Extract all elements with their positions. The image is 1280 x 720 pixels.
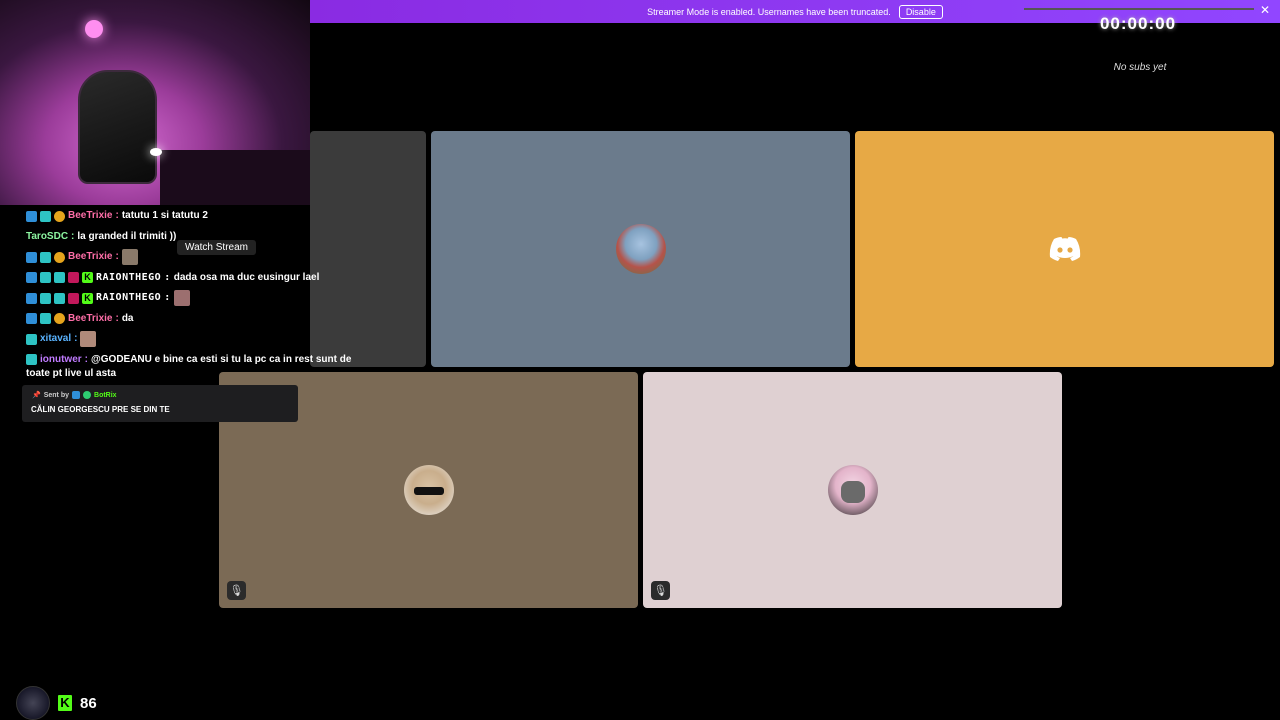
mic-off-icon: 🎙 — [651, 581, 670, 600]
badge-icon — [26, 272, 37, 284]
chat-text: tatutu 1 si tatutu 2 — [121, 210, 208, 221]
participant-tile-4[interactable]: 🎙 — [643, 372, 1062, 608]
chat-text: @GODEANU e bine ca esti si tu la pc ca i… — [91, 353, 352, 365]
badge-icon — [72, 391, 81, 399]
kick-logo-icon: K — [58, 695, 72, 711]
badge-icon — [54, 210, 65, 222]
pin-icon: 📌 — [32, 392, 41, 399]
chat-username: BeeTrixie — [68, 312, 113, 324]
badge-icon — [40, 272, 51, 284]
kick-badge-icon: K — [82, 292, 93, 304]
chat-text-continued: toate pt live ul asta — [26, 367, 117, 379]
badge-icon — [40, 251, 51, 263]
participant-avatar — [827, 465, 878, 515]
participant-tile-2[interactable] — [855, 131, 1274, 367]
bot-message-box: 📌 Sent by BotRix CĂLIN GEORGESCU PRE SE … — [22, 385, 298, 422]
badge-icon — [54, 292, 65, 304]
stream-timer: 00:00:00 — [1099, 14, 1177, 33]
participant-tile-1[interactable] — [431, 131, 850, 367]
emote-icon — [121, 249, 138, 266]
chat-username: TaroSDC — [26, 230, 69, 242]
discord-icon — [1049, 237, 1080, 261]
verified-icon — [83, 391, 92, 399]
participant-avatar — [403, 465, 454, 515]
emote-icon — [80, 331, 97, 348]
sent-by-label: Sent by — [43, 391, 70, 399]
badge-icon — [40, 292, 51, 304]
viewer-count: 86 — [80, 694, 97, 712]
badge-icon — [54, 251, 65, 263]
viewer-counter: K 86 — [16, 686, 97, 720]
badge-icon — [26, 251, 37, 263]
watch-stream-tooltip: Watch Stream — [177, 240, 256, 255]
badge-icon — [26, 313, 37, 325]
chat-message: xitaval: — [26, 329, 366, 350]
disable-streamer-mode-button[interactable]: Disable — [898, 4, 943, 19]
chat-message: BeeTrixie: tatutu 1 si tatutu 2 — [26, 206, 366, 227]
chat-text: dada osa ma duc eusingur lael — [173, 271, 320, 283]
banner-text: Streamer Mode is enabled. Usernames have… — [647, 6, 891, 17]
badge-icon — [40, 210, 51, 222]
chat-username: BeeTrixie — [68, 210, 113, 221]
timer-progress-bar — [1024, 8, 1254, 10]
chat-message: K RAIONTHEGO: dada osa ma duc eusingur l… — [26, 268, 366, 289]
emote-icon — [173, 290, 190, 307]
chat-text: da — [121, 312, 134, 324]
badge-icon — [26, 333, 37, 345]
bot-name: BotRix — [94, 391, 117, 399]
mic-off-icon: 🎙 — [227, 581, 246, 600]
badge-icon — [26, 210, 37, 222]
chat-message: K RAIONTHEGO: — [26, 288, 366, 309]
chat-username: ionutwer — [40, 353, 82, 365]
webcam-feed — [0, 0, 310, 205]
chat-username: RAIONTHEGO — [96, 271, 162, 283]
avatar — [16, 686, 50, 720]
chat-username: xitaval — [40, 333, 72, 344]
bot-message-text: CĂLIN GEORGESCU PRE SE DIN TE — [31, 405, 170, 414]
chat-text: la granded il trimiti )) — [77, 230, 177, 242]
participant-avatar — [615, 224, 666, 274]
subs-goal-text: No subs yet — [1113, 62, 1167, 73]
chat-overlay: BeeTrixie: tatutu 1 si tatutu 2 TaroSDC:… — [26, 206, 366, 381]
chat-message: BeeTrixie: da — [26, 309, 366, 330]
kick-badge-icon: K — [82, 272, 93, 284]
close-icon[interactable]: ✕ — [1260, 3, 1270, 17]
badge-icon — [54, 313, 65, 325]
badge-icon — [26, 354, 37, 365]
chat-message: ionutwer: @GODEANU e bine ca esti si tu … — [26, 353, 366, 381]
badge-icon — [68, 292, 79, 304]
badge-icon — [26, 292, 37, 304]
chat-username: BeeTrixie — [68, 251, 113, 262]
badge-icon — [54, 272, 65, 284]
badge-icon — [40, 313, 51, 325]
badge-icon — [68, 272, 79, 284]
chat-username: RAIONTHEGO — [96, 292, 162, 303]
